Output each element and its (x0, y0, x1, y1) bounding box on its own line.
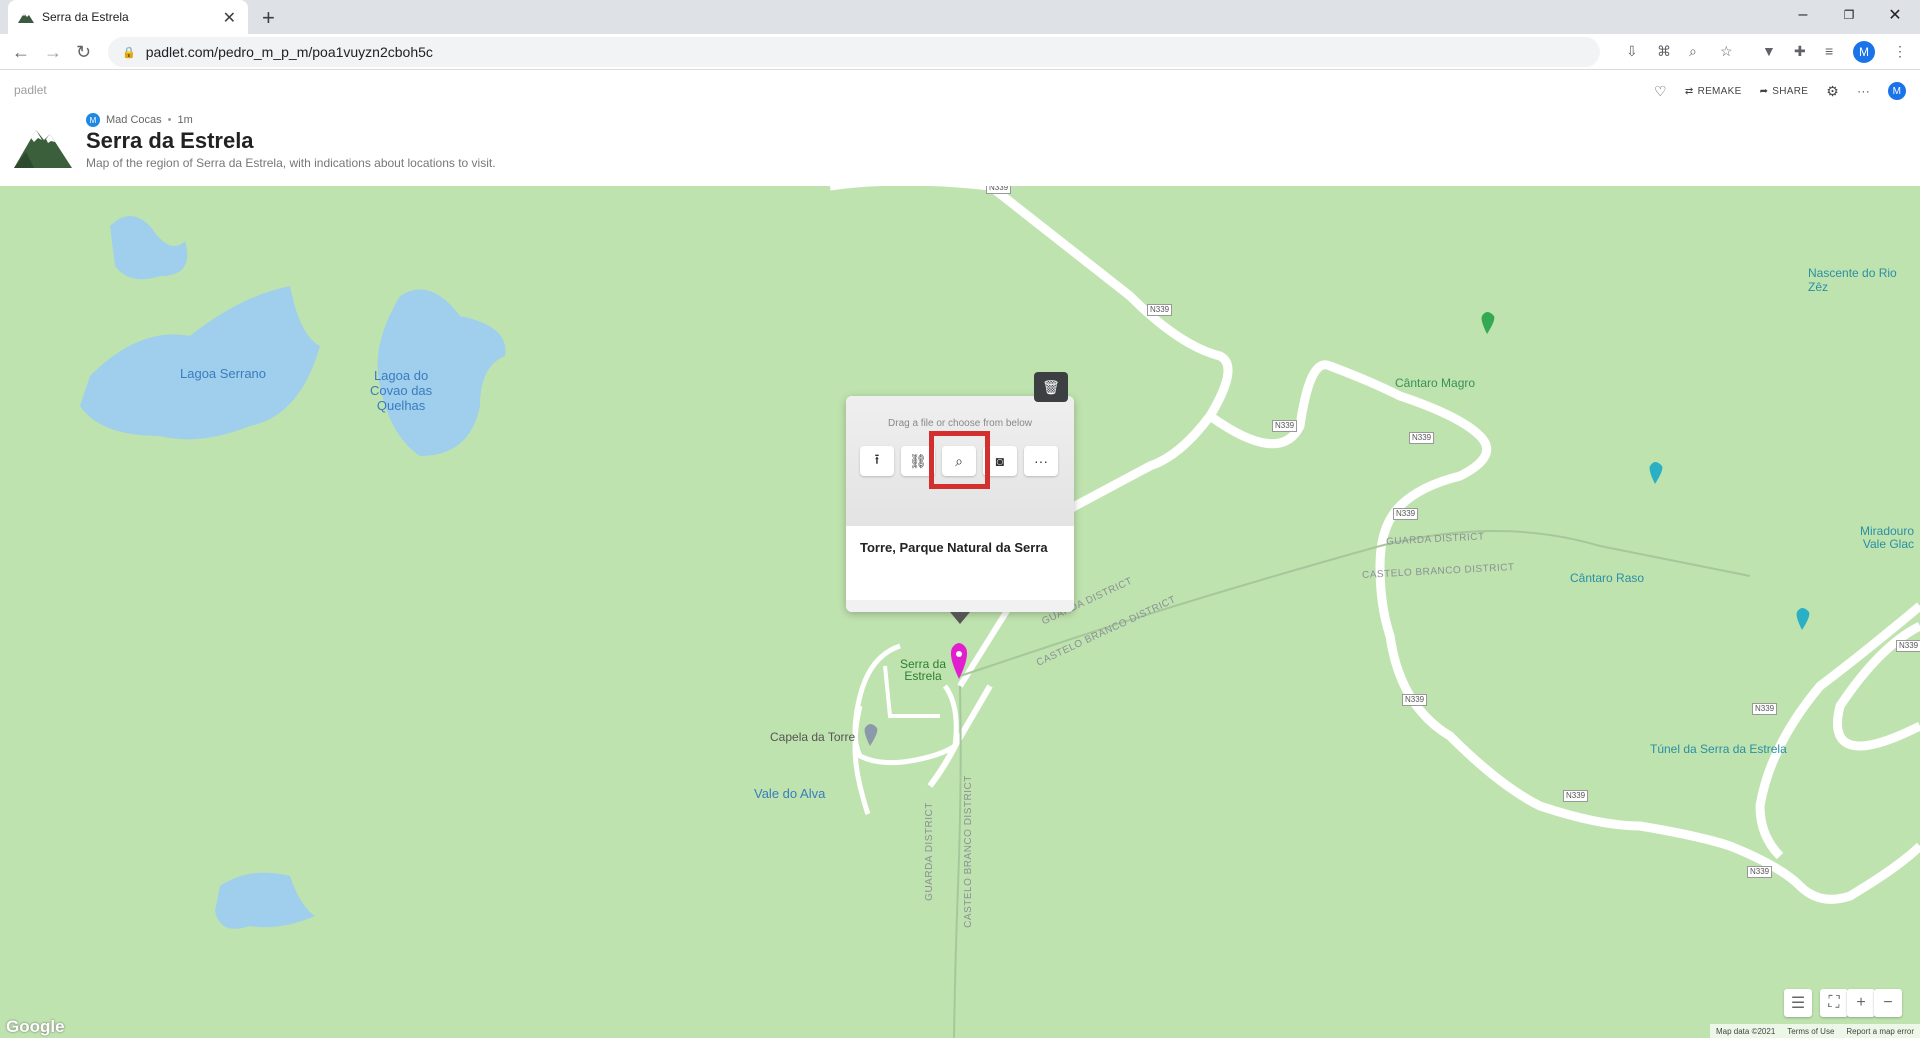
url-text: padlet.com/pedro_m_p_m/poa1vuyzn2cboh5c (145, 44, 433, 60)
install-icon[interactable]: ⇩ (1626, 43, 1638, 60)
fullscreen-icon: ⛶ (1828, 994, 1840, 1011)
more-icon: ··· (1034, 453, 1048, 469)
bookmark-star-icon[interactable]: ☆ (1720, 43, 1733, 60)
remake-icon: ⇄ (1684, 85, 1694, 97)
window-close-icon[interactable]: ✕ (1872, 0, 1918, 30)
district-label-guarda: GUARDA DISTRICT (923, 802, 935, 901)
tab-close-icon[interactable]: ✕ (223, 8, 236, 28)
place-serra-estrela: Serra da Estrela (900, 657, 947, 683)
page-description: Map of the region of Serra da Estrela, w… (86, 156, 496, 170)
zoom-icon[interactable]: ⌕ (1689, 43, 1697, 60)
list-icon: ☰ (1790, 995, 1806, 1012)
upload-icon: ⭱ (874, 451, 880, 467)
map-data-text: Map data ©2021 (1716, 1026, 1776, 1036)
road-number: N339 (1147, 304, 1173, 316)
media-icon[interactable]: ≡ (1825, 43, 1833, 59)
horizontal-scrollbar[interactable] (846, 600, 1074, 612)
delete-post-button[interactable]: 🗑 (1034, 372, 1068, 402)
author-name: Mad Cocas (106, 114, 162, 126)
puzzle-icon[interactable]: ✚ (1794, 43, 1806, 60)
road-number: N339 (1747, 866, 1773, 878)
browser-toolbar: ← → ↻ 🔒 padlet.com/pedro_m_p_m/poa1vuyzn… (0, 34, 1920, 70)
poi-capela[interactable]: Capela da Torre (770, 730, 855, 744)
road-number: N339 (986, 186, 1012, 194)
district-label-castelo: CASTELO BRANCO DISTRICT (962, 775, 974, 928)
share-button[interactable]: ➦ SHARE (1760, 86, 1809, 97)
poi-tunel[interactable]: Túnel da Serra da Estrela (1650, 742, 1787, 756)
google-logo: Google (6, 1017, 65, 1036)
forward-icon[interactable]: → (44, 42, 62, 63)
road-number: N339 (1409, 432, 1435, 444)
road-number: N339 (1752, 703, 1778, 715)
translate-icon[interactable]: ⌘ (1657, 43, 1671, 60)
author-avatar: M (86, 113, 100, 127)
padlet-brand[interactable]: padlet (14, 83, 47, 97)
tab-title: Serra da Estrela (42, 10, 129, 24)
post-editor-popup: Drag a file or choose from below ⭱ ⛓ ⌕ ◙… (846, 396, 1074, 612)
poi-cantaro-raso[interactable]: Cântaro Raso (1570, 571, 1644, 585)
padlet-mountain-icon (14, 130, 72, 168)
remake-button[interactable]: ⇄ REMAKE (1685, 86, 1742, 97)
settings-icon[interactable]: ⚙ (1826, 83, 1839, 100)
browser-tab[interactable]: Serra da Estrela ✕ (8, 0, 248, 34)
road-number: N339 (1896, 640, 1920, 652)
post-time: 1m (177, 114, 193, 126)
post-title[interactable]: Torre, Parque Natural da Serra (860, 540, 1048, 555)
poi-miradouro[interactable]: Miradouro Vale Glac (1860, 525, 1914, 551)
link-icon: ⛓ (909, 452, 927, 469)
highlight-box (929, 431, 990, 489)
more-options-icon[interactable]: ··· (1857, 84, 1870, 98)
poi-cantaro-magro[interactable]: Cântaro Magro (1395, 376, 1475, 390)
header-actions: ♡ ⇄ REMAKE ➦ SHARE ⚙ ··· M (1654, 82, 1906, 100)
terms-link[interactable]: Terms of Use (1787, 1027, 1834, 1036)
map-legend-button[interactable]: ☰ (1784, 989, 1812, 1017)
mountain-favicon-icon (18, 13, 34, 23)
lake-label-serrano: Lagoa Serrano (180, 366, 267, 381)
restore-icon[interactable]: ❐ (1826, 0, 1872, 30)
padlet-header: padlet ♡ ⇄ REMAKE ➦ SHARE ⚙ ··· M M Mad Co… (0, 70, 1920, 186)
place-vale-alva: Vale do Alva (754, 786, 826, 801)
popup-pointer (950, 612, 970, 624)
reload-icon[interactable]: ↻ (76, 42, 91, 63)
trash-icon: 🗑 (1042, 378, 1060, 395)
upload-button[interactable]: ⭱ (860, 446, 894, 476)
road-number: N339 (1563, 790, 1589, 802)
lake-label-quelhas: Lagoa do Covao das Quelhas (370, 368, 433, 413)
user-avatar[interactable]: M (1888, 82, 1906, 100)
report-error-link[interactable]: Report a map error (1846, 1027, 1914, 1036)
fullscreen-button[interactable]: ⛶ (1820, 989, 1848, 1017)
lock-icon: 🔒 (122, 46, 136, 59)
zoom-out-button[interactable]: − (1874, 989, 1902, 1017)
profile-avatar[interactable]: M (1853, 41, 1875, 63)
share-label: SHARE (1772, 85, 1809, 97)
author-line: M Mad Cocas • 1m (86, 113, 193, 127)
dropzone-hint: Drag a file or choose from below (888, 418, 1032, 429)
road-number: N339 (1402, 694, 1428, 706)
address-bar[interactable]: 🔒 padlet.com/pedro_m_p_m/poa1vuyzn2cboh5… (108, 37, 1600, 67)
remake-label: REMAKE (1697, 85, 1742, 97)
more-attachments-button[interactable]: ··· (1024, 446, 1058, 476)
poi-nascente[interactable]: Nascente do Rio Zêz (1808, 266, 1920, 294)
road-number: N339 (1393, 508, 1419, 520)
back-icon[interactable]: ← (12, 42, 30, 63)
new-tab-button[interactable]: + (262, 5, 275, 31)
like-icon[interactable]: ♡ (1654, 83, 1667, 100)
extension-icon[interactable]: ▼ (1762, 43, 1776, 59)
camera-icon: ◙ (995, 453, 1005, 469)
zoom-in-button[interactable]: + (1847, 989, 1875, 1017)
page-title: Serra da Estrela (86, 128, 254, 153)
share-icon: ➦ (1759, 85, 1769, 97)
minimize-icon[interactable]: – (1780, 0, 1826, 30)
browser-tab-strip: Serra da Estrela ✕ + – ❐ ✕ (0, 0, 1920, 34)
browser-menu-icon[interactable]: ⋮ (1893, 43, 1907, 60)
road-number: N339 (1272, 420, 1298, 432)
map-footer: Map data ©2021 Terms of Use Report a map… (1710, 1024, 1920, 1038)
